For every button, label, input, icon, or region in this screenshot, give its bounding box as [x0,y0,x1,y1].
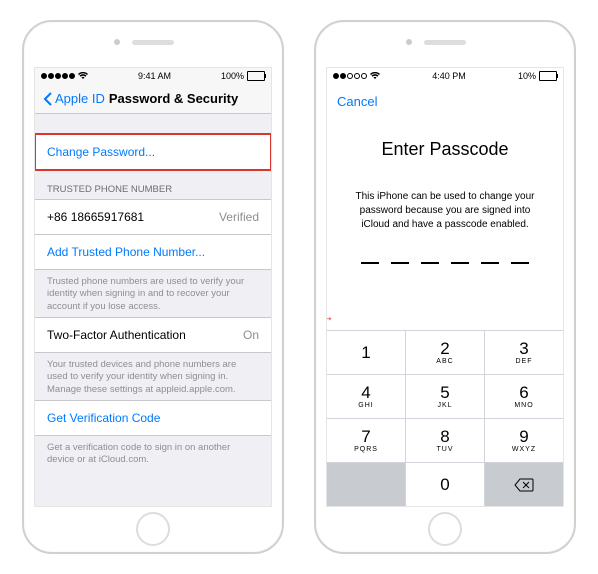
twofa-value: On [243,328,259,342]
key-blank [327,463,405,506]
delete-icon [514,478,534,492]
key-2[interactable]: 2ABC [406,331,484,374]
twofa-footer: Your trusted devices and phone numbers a… [35,353,271,400]
screen-settings: 9:41 AM 100% Apple ID Password & Securit… [34,67,272,507]
key-4[interactable]: 4GHI [327,375,405,418]
status-time: 9:41 AM [138,71,171,81]
twofa-row[interactable]: Two-Factor Authentication On [35,317,271,353]
home-button[interactable] [136,512,170,546]
key-delete[interactable] [485,463,563,506]
change-password-label: Change Password... [47,145,155,159]
key-6[interactable]: 6MNO [485,375,563,418]
phone-number: +86 18665917681 [47,210,144,224]
verified-label: Verified [219,210,259,224]
wifi-icon [78,72,88,80]
get-code-footer: Get a verification code to sign in on an… [35,436,271,471]
passcode-message: This iPhone can be used to change your p… [327,190,563,232]
chevron-left-icon [43,92,53,106]
keypad: 1 2ABC 3DEF 4GHI 5JKL 6MNO 7PQRS 8TUV 9W… [327,330,563,506]
twofa-label: Two-Factor Authentication [47,328,186,342]
arrow-icon: → [326,310,334,323]
key-8[interactable]: 8TUV [406,419,484,462]
add-phone-button[interactable]: Add Trusted Phone Number... [35,235,271,270]
key-0[interactable]: 0 [406,463,484,506]
home-button[interactable] [428,512,462,546]
trusted-header: TRUSTED PHONE NUMBER [35,170,271,199]
trusted-phone-row[interactable]: +86 18665917681 Verified [35,199,271,235]
wifi-icon [370,72,380,80]
nav-bar: Apple ID Password & Security [35,84,271,114]
key-7[interactable]: 7PQRS [327,419,405,462]
get-code-label: Get Verification Code [47,411,160,425]
change-password-button[interactable]: Change Password... [35,134,271,170]
signal-icon [41,73,75,79]
key-3[interactable]: 3DEF [485,331,563,374]
add-phone-label: Add Trusted Phone Number... [47,245,205,259]
status-time: 4:40 PM [432,71,466,81]
passcode-field[interactable] [327,262,563,264]
battery-icon [247,71,265,81]
trusted-footer: Trusted phone numbers are used to verify… [35,270,271,317]
phone-enter-passcode: 4:40 PM 10% Cancel Enter Passcode This i… [314,20,576,554]
back-label: Apple ID [55,91,105,106]
get-code-button[interactable]: Get Verification Code [35,400,271,436]
battery-percent: 100% [221,71,244,81]
key-1[interactable]: 1 [327,331,405,374]
phone-password-security: 9:41 AM 100% Apple ID Password & Securit… [22,20,284,554]
key-9[interactable]: 9WXYZ [485,419,563,462]
screen-passcode: 4:40 PM 10% Cancel Enter Passcode This i… [326,67,564,507]
nav-title: Password & Security [109,91,238,106]
status-bar: 4:40 PM 10% [327,68,563,84]
battery-percent: 10% [518,71,536,81]
battery-icon [539,71,557,81]
back-button[interactable]: Apple ID [43,91,105,106]
status-bar: 9:41 AM 100% [35,68,271,84]
key-5[interactable]: 5JKL [406,375,484,418]
signal-icon [333,73,367,79]
cancel-button[interactable]: Cancel [327,84,563,119]
passcode-title: Enter Passcode [327,139,563,160]
